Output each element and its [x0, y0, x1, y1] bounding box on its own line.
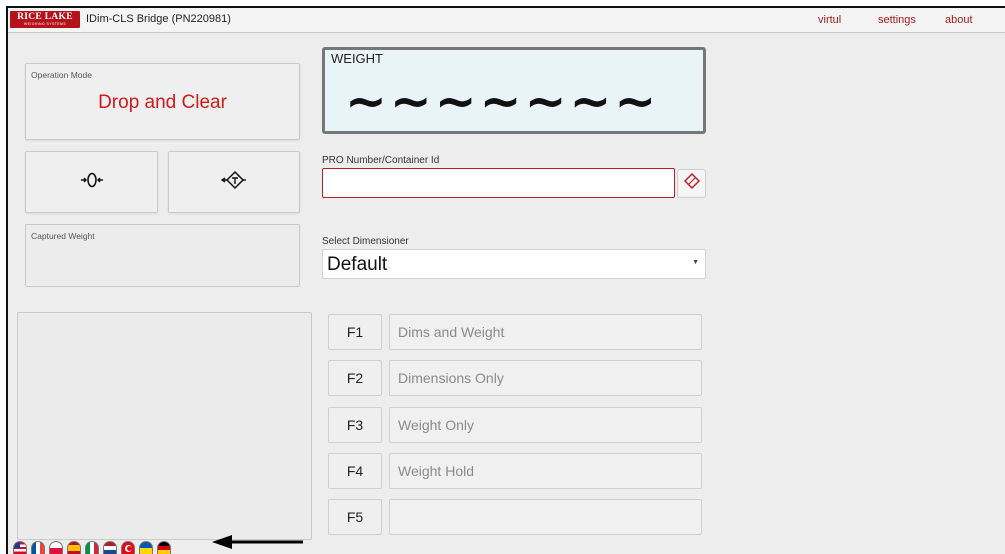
operation-mode-value: Drop and Clear — [98, 92, 227, 113]
info-panel — [17, 312, 312, 540]
f5-function-button[interactable] — [389, 499, 702, 535]
nl-flag-icon[interactable] — [103, 541, 117, 554]
pl-flag-icon[interactable] — [49, 541, 63, 554]
es-flag-icon[interactable] — [67, 541, 81, 554]
f2-function-button[interactable]: Dimensions Only — [389, 360, 702, 396]
f5-key-button[interactable]: F5 — [328, 499, 382, 535]
operation-mode-button[interactable]: Operation Mode Drop and Clear — [25, 63, 300, 140]
eraser-icon — [683, 172, 701, 195]
zero-button[interactable] — [25, 151, 158, 213]
top-bar: RICE LAKE WEIGHING SYSTEMS IDim-CLS Brid… — [8, 8, 1005, 33]
captured-weight-panel: Captured Weight — [25, 224, 300, 287]
dimensioner-select[interactable]: Default ▼ — [322, 249, 706, 279]
language-selector — [13, 541, 171, 554]
nav-link-settings[interactable]: settings — [878, 14, 916, 26]
f1-key-button[interactable]: F1 — [328, 314, 382, 350]
nav-link-about[interactable]: about — [945, 14, 973, 26]
tr-flag-icon[interactable] — [121, 541, 135, 554]
f4-key-button[interactable]: F4 — [328, 453, 382, 489]
de-flag-icon[interactable] — [157, 541, 171, 554]
left-arrow-icon — [212, 535, 303, 549]
f3-function-button[interactable]: Weight Only — [389, 407, 702, 443]
tare-button[interactable] — [168, 151, 300, 213]
app-title: IDim-CLS Bridge (PN220981) — [86, 13, 231, 25]
weight-label: WEIGHT — [331, 51, 383, 66]
chevron-down-icon: ▼ — [692, 259, 699, 266]
operation-mode-label: Operation Mode — [31, 70, 92, 80]
captured-weight-label: Captured Weight — [31, 231, 95, 241]
f2-key-button[interactable]: F2 — [328, 360, 382, 396]
it-flag-icon[interactable] — [85, 541, 99, 554]
us-flag-icon[interactable] — [13, 541, 27, 554]
dimensioner-selected-value: Default — [327, 254, 388, 275]
f4-function-button[interactable]: Weight Hold — [389, 453, 702, 489]
zero-icon — [79, 171, 105, 194]
f3-key-button[interactable]: F3 — [328, 407, 382, 443]
clear-pro-number-button[interactable] — [677, 169, 706, 198]
rice-lake-logo: RICE LAKE WEIGHING SYSTEMS — [10, 11, 80, 28]
weight-display: WEIGHT ~~~~~~~ — [322, 47, 706, 134]
pro-number-label: PRO Number/Container Id — [322, 155, 440, 166]
ua-flag-icon[interactable] — [139, 541, 153, 554]
weight-value: ~~~~~~~ — [345, 72, 660, 130]
tare-icon — [220, 170, 247, 195]
fr-flag-icon[interactable] — [31, 541, 45, 554]
pro-number-input[interactable] — [322, 168, 675, 198]
f1-function-button[interactable]: Dims and Weight — [389, 314, 702, 350]
nav-link-virtul[interactable]: virtul — [818, 14, 841, 26]
dimensioner-label: Select Dimensioner — [322, 236, 409, 247]
